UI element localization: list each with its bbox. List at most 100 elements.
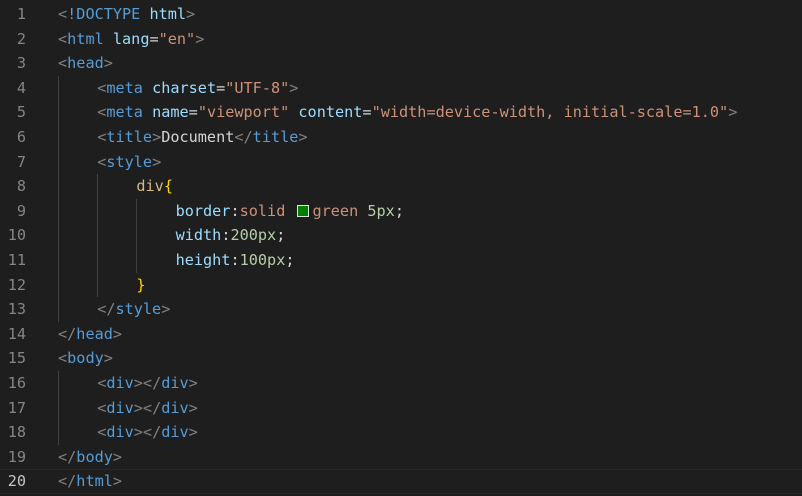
line-number: 17	[7, 398, 26, 417]
code-line[interactable]: 10 width:200px;	[0, 223, 802, 248]
code-text: }	[136, 273, 145, 298]
code-line[interactable]: 1 <!DOCTYPE html>	[0, 2, 802, 27]
code-token: >	[161, 300, 171, 319]
code-line[interactable]: 7 <style>	[0, 150, 802, 175]
code-line[interactable]: 2 <html lang="en">	[0, 27, 802, 52]
code-line[interactable]: 12}	[0, 273, 802, 298]
code-token: </	[97, 300, 116, 319]
code-token: >	[289, 78, 299, 97]
code-text: <div></div>	[97, 371, 198, 396]
line-number: 10	[7, 226, 26, 245]
code-token: 5px	[367, 201, 395, 220]
code-token: charset	[152, 78, 217, 97]
code-line[interactable]: 20 </html>	[0, 469, 802, 494]
code-token: >	[728, 103, 738, 122]
code-token: div	[161, 398, 189, 417]
code-token: >	[188, 423, 198, 442]
code-line[interactable]: 14 </head>	[0, 322, 802, 347]
code-token: green	[312, 201, 368, 220]
code-line[interactable]: 3 <head>	[0, 51, 802, 76]
code-token: =	[216, 78, 226, 97]
code-token: style	[106, 152, 153, 171]
code-text: border:solid green 5px;	[176, 199, 404, 224]
code-token: >	[152, 128, 162, 146]
line-number: 19	[7, 447, 26, 466]
code-token: </	[58, 472, 77, 491]
line-number: 2	[16, 29, 26, 48]
line-number: 15	[7, 349, 26, 368]
code-line[interactable]: 5 <meta name="viewport" content="width=de…	[0, 100, 802, 125]
code-text: width:200px;	[176, 223, 286, 248]
line-number: 11	[7, 251, 26, 269]
line-number: 14	[7, 324, 26, 343]
code-token: ></	[133, 423, 162, 442]
code-text: <head>	[58, 51, 113, 76]
line-number: 18	[7, 423, 26, 442]
line-number: 5	[16, 103, 26, 122]
code-token: meta	[106, 103, 143, 122]
code-line[interactable]: 11 height:100px;	[0, 248, 802, 273]
line-number: 12	[7, 275, 26, 294]
code-line[interactable]: 4 <meta charset="UTF-8">	[0, 76, 802, 101]
code-token: >	[188, 374, 198, 392]
code-token: >	[112, 472, 123, 491]
code-token: </	[58, 324, 77, 343]
code-text: div{	[136, 174, 173, 199]
code-token: "en"	[158, 29, 196, 48]
line-number: 16	[7, 374, 26, 392]
code-token: div	[106, 398, 134, 417]
code-token: div	[106, 374, 134, 392]
code-token: :	[230, 251, 240, 269]
code-token: >	[152, 152, 162, 171]
code-token: <	[97, 423, 107, 442]
code-token: >	[195, 29, 205, 48]
line-number: 13	[7, 300, 26, 319]
code-text: </head>	[58, 322, 122, 347]
code-token: <	[58, 5, 68, 23]
code-token: </	[234, 128, 253, 146]
code-text: </body>	[58, 445, 122, 470]
code-token: div	[161, 374, 189, 392]
code-token: <	[97, 398, 107, 417]
code-token: meta	[106, 78, 143, 97]
code-token: <	[97, 78, 107, 97]
code-text: </html>	[58, 470, 122, 493]
code-token: height	[175, 251, 231, 269]
code-token: html	[67, 29, 104, 48]
code-line[interactable]: 18 <div></div>	[0, 420, 802, 445]
code-editor[interactable]: 1 <!DOCTYPE html> 2 <html lang="en"> 3 <head>…	[0, 0, 802, 496]
code-line[interactable]: 8 div{	[0, 174, 802, 199]
code-line[interactable]: 9 border:solid green 5px;	[0, 199, 802, 224]
color-swatch-icon[interactable]	[296, 204, 309, 217]
code-line[interactable]: 19 </body>	[0, 445, 802, 470]
code-token: div	[161, 423, 189, 442]
code-text: <div></div>	[97, 420, 198, 445]
code-token: >	[103, 349, 113, 368]
code-text: <meta name="viewport" content="width=dev…	[97, 100, 737, 125]
code-line[interactable]: 13 </style>	[0, 297, 802, 322]
code-token: "UTF-8"	[225, 78, 290, 97]
code-token: ;	[276, 226, 286, 245]
code-token: name	[152, 103, 189, 122]
code-text: <html lang="en">	[58, 27, 204, 52]
code-text: <style>	[97, 150, 161, 175]
line-number: 9	[16, 201, 26, 220]
code-text: <div></div>	[97, 396, 198, 421]
code-token: <	[97, 128, 107, 146]
code-line[interactable]: 16 <div></div>	[0, 371, 802, 396]
code-token: solid	[239, 201, 295, 220]
line-number: 8	[16, 177, 26, 196]
code-line[interactable]: 6 <title>Document</title>	[0, 125, 802, 150]
code-token: !DOCTYPE	[67, 5, 141, 23]
code-token: </	[58, 447, 77, 466]
code-token: head	[67, 54, 104, 73]
code-text: <!DOCTYPE html>	[58, 2, 195, 27]
code-token: :	[230, 201, 240, 220]
code-line[interactable]: 15 <body>	[0, 346, 802, 371]
code-token: "viewport"	[197, 103, 290, 122]
code-token: body	[67, 349, 104, 368]
code-token: <	[58, 349, 68, 368]
code-line[interactable]: 17 <div></div>	[0, 396, 802, 421]
